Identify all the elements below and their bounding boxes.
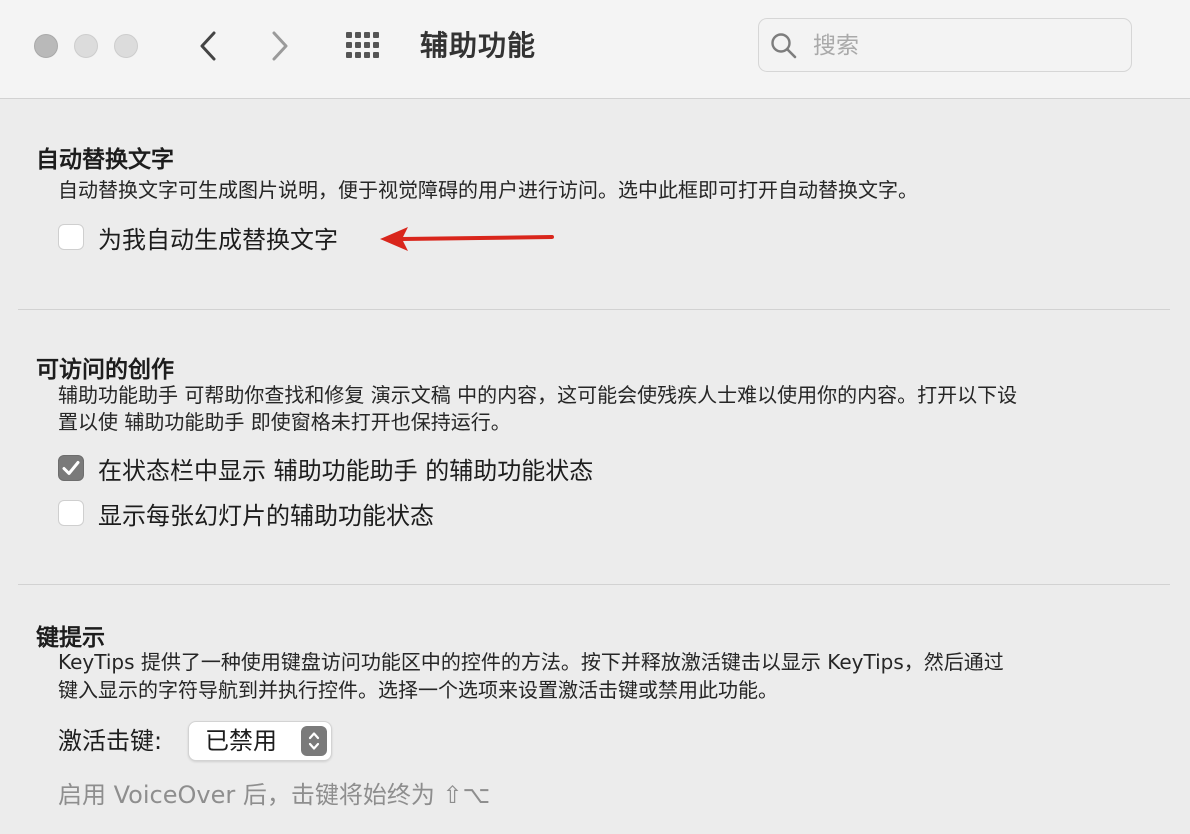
status-bar-accessibility-label: 在状态栏中显示 辅助功能助手 的辅助功能状态 [98, 456, 594, 485]
window-title: 辅助功能 [420, 29, 537, 62]
section-divider [18, 309, 1170, 310]
status-bar-accessibility-option[interactable]: 在状态栏中显示 辅助功能助手 的辅助功能状态 [58, 452, 594, 485]
activation-key-label: 激活击键: [58, 727, 163, 755]
forward-button[interactable] [260, 24, 300, 68]
close-window-button[interactable] [34, 34, 58, 58]
alt-text-section-title: 自动替换文字 [36, 147, 174, 173]
slide-accessibility-option[interactable]: 显示每张幻灯片的辅助功能状态 [58, 497, 434, 530]
keytips-description-line2: 键入显示的字符导航到并执行控件。选择一个选项来设置激活击键或禁用此功能。 [58, 678, 778, 702]
accessible-authoring-section-title: 可访问的创作 [36, 357, 174, 383]
show-all-grid-button[interactable] [344, 30, 386, 62]
chevron-right-icon [272, 31, 288, 61]
activation-key-value: 已禁用 [205, 727, 277, 755]
slide-accessibility-label: 显示每张幻灯片的辅助功能状态 [98, 501, 434, 530]
back-button[interactable] [188, 24, 228, 68]
slide-accessibility-checkbox[interactable] [58, 500, 84, 526]
up-down-chevron-icon [301, 726, 327, 756]
accessible-authoring-description-line2: 置以使 辅助功能助手 即使窗格未打开也保持运行。 [58, 410, 511, 434]
auto-alt-text-checkbox[interactable] [58, 224, 84, 250]
minimize-window-button[interactable] [74, 34, 98, 58]
auto-alt-text-label: 为我自动生成替换文字 [98, 225, 338, 254]
section-divider [18, 584, 1170, 585]
voiceover-footnote: 启用 VoiceOver 后，击键将始终为 ⇧⌥ [58, 781, 491, 809]
search-icon [771, 33, 797, 59]
keytips-description-line1: KeyTips 提供了一种使用键盘访问功能区中的控件的方法。按下并释放激活键击以… [58, 650, 1004, 674]
toolbar: 辅助功能 搜索 [0, 0, 1190, 99]
chevron-left-icon [200, 31, 216, 61]
checkmark-icon [62, 461, 80, 475]
status-bar-accessibility-checkbox[interactable] [58, 455, 84, 481]
search-field[interactable]: 搜索 [758, 18, 1132, 72]
auto-alt-text-option[interactable]: 为我自动生成替换文字 [58, 221, 338, 254]
activation-key-select[interactable]: 已禁用 [188, 721, 332, 761]
alt-text-description: 自动替换文字可生成图片说明，便于视觉障碍的用户进行访问。选中此框即可打开自动替换… [58, 178, 918, 202]
keytips-section-title: 键提示 [36, 625, 105, 651]
zoom-window-button[interactable] [114, 34, 138, 58]
accessible-authoring-description-line1: 辅助功能助手 可帮助你查找和修复 演示文稿 中的内容，这可能会使残疾人士难以使用… [58, 383, 1018, 407]
search-placeholder: 搜索 [813, 33, 859, 59]
annotation-arrow-icon [380, 227, 554, 251]
